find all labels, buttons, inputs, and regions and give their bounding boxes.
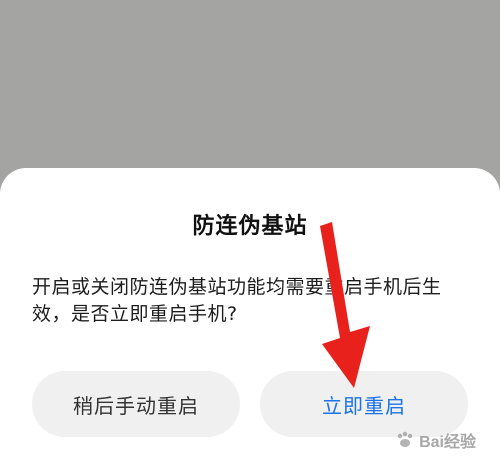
dialog-title: 防连伪基站	[192, 214, 308, 239]
paw-icon	[397, 431, 413, 447]
restart-later-button[interactable]: 稍后手动重启	[32, 371, 240, 437]
watermark-text: Bai经验	[419, 434, 476, 451]
dialog-message: 开启或关闭防连伪基站功能均需要重启手机后生效，是否立即重启手机?	[32, 276, 442, 325]
screen: 防连伪基站 开启或关闭防连伪基站功能均需要重启手机后生效，是否立即重启手机? 稍…	[0, 0, 500, 462]
watermark: Bai经验	[395, 428, 476, 452]
